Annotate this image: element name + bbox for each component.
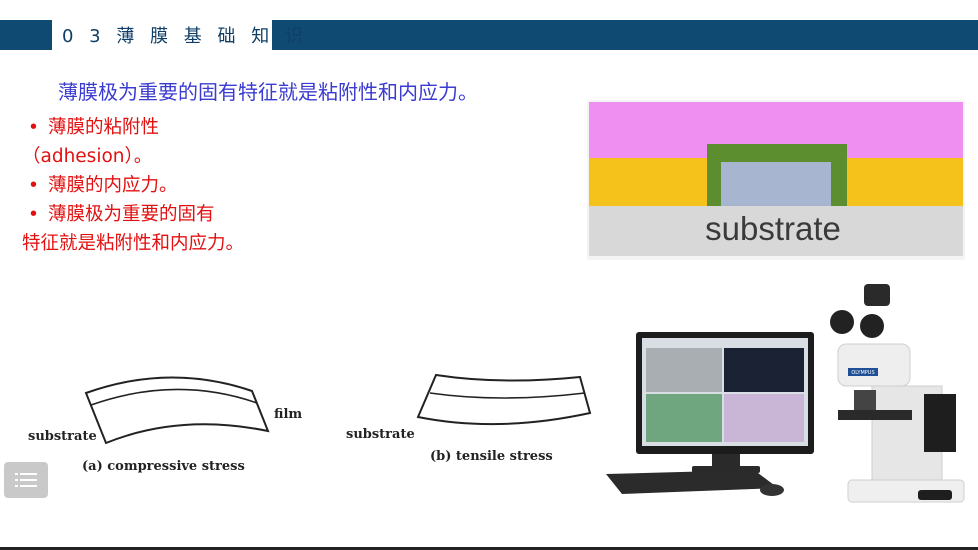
bullet-text: 薄膜的内应力。 [48,175,178,196]
feature-core [721,162,831,206]
menu-button[interactable] [4,462,48,498]
header-title-box: 0 3 薄 膜 基 础 知 识 [52,20,303,50]
bullet-continuation: 特征就是粘附性和内应力。 [22,233,245,254]
control-pad [918,490,952,500]
bullet-dot: • [28,175,39,196]
substrate-label: substrate [705,210,841,247]
monitor [636,332,814,473]
monitor-stand [712,454,740,468]
eyepiece-right [860,314,884,338]
page-title: 0 3 薄 膜 基 础 知 识 [62,26,308,47]
tensile-caption: (b) tensile stress [430,449,553,464]
lead-text: 薄膜极为重要的固有特征就是粘附性和内应力。 [58,80,478,104]
bullet-list: • 薄膜的粘附性 （adhesion）。 • 薄膜的内应力。 • 薄膜极为重要的固有 … [22,113,322,258]
tensile-stress-figure: substrate (b) tensile stress [346,373,592,464]
substrate-label: substrate [346,427,415,442]
menu-icon [15,473,37,487]
mouse-icon [760,484,784,496]
bullet-dot: • [28,204,39,225]
bullet-dot: • [28,117,39,138]
film-layer-diagram: substrate [587,100,965,260]
compressive-interface-line [90,388,258,406]
bullet-item-summary: • 薄膜极为重要的固有 [22,200,322,229]
objective-turret [854,390,876,410]
bullet-text: 薄膜的粘附性 [48,117,160,138]
bullet-item-internal-stress: • 薄膜的内应力。 [22,171,322,200]
microscope-stage [838,410,912,420]
screen-panel-gray [646,348,722,392]
microscope-head [837,343,911,387]
eyepiece-left [830,310,854,334]
bullet-text: 薄膜极为重要的固有 [48,204,215,225]
substrate-label: substrate [28,429,97,444]
compressive-film-shape [84,376,270,445]
brand-label: OLYMPUS [851,370,874,376]
screen-panel-green [646,394,722,442]
keyboard-body [606,470,778,494]
bullet-continuation: （adhesion）。 [22,146,153,167]
microscope-workstation-image: OLYMPUS [606,284,965,503]
compressive-stress-figure: substrate film (a) compressive stress [28,376,302,474]
tensile-film-shape [416,373,592,426]
bullet-item-adhesion: • 薄膜的粘附性 [22,113,322,142]
tensile-interface-line [429,392,586,399]
keyboard [606,470,784,496]
microscope-camera [864,284,890,306]
microscope: OLYMPUS [830,284,965,503]
screen-panel-dark [724,348,804,392]
screen-panel-purple [724,394,804,442]
film-label: film [274,407,302,422]
stress-figures: substrate film (a) compressive stress su… [28,373,592,474]
microscope-side-panel [924,394,956,452]
compressive-caption: (a) compressive stress [82,459,245,474]
